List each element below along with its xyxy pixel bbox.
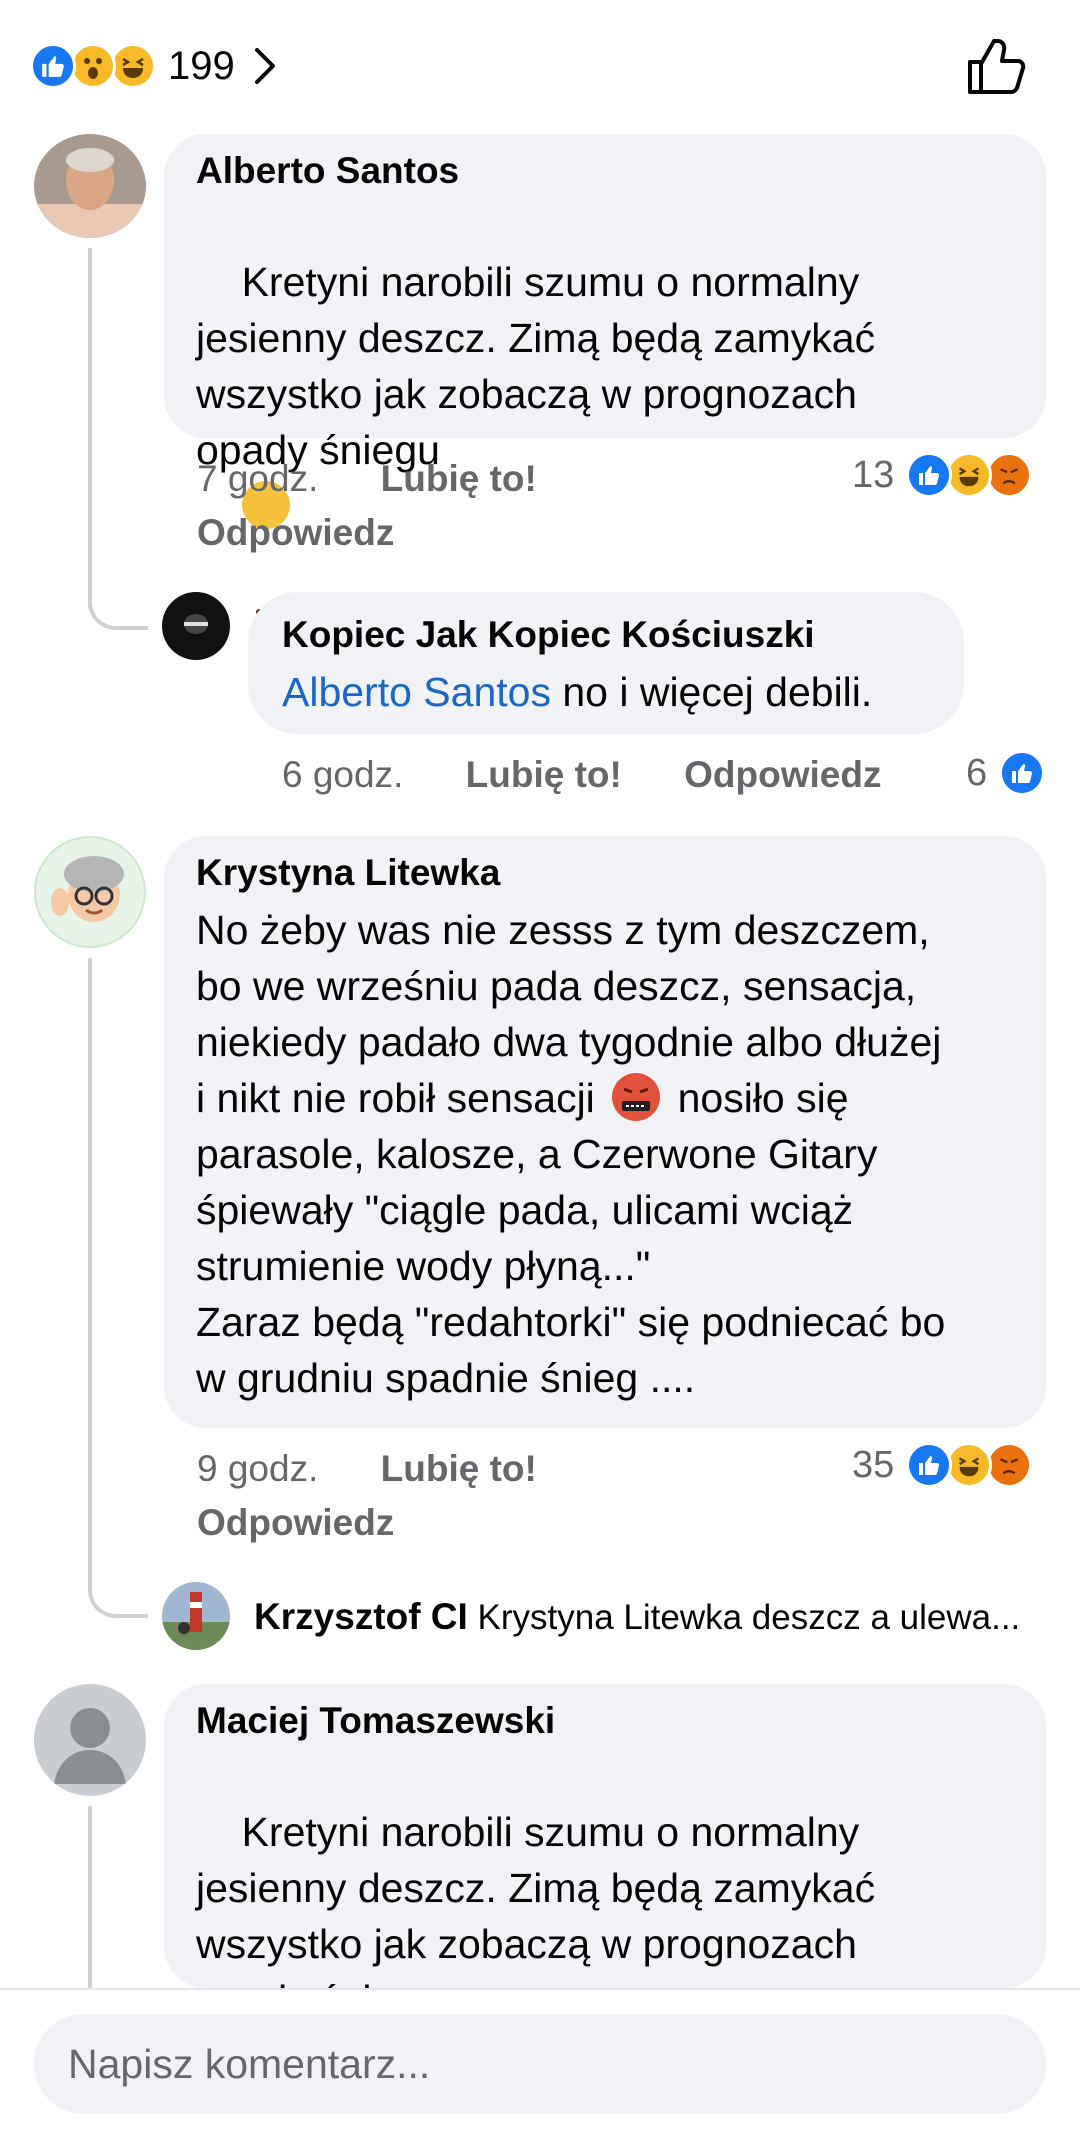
reaction-total: 199 (168, 43, 235, 88)
comment-bubble[interactable]: Maciej Tomaszewski Kretyni narobili szum… (164, 1684, 1046, 2080)
comment-composer[interactable] (34, 2014, 1046, 2114)
like-action[interactable]: Lubię to! (381, 1448, 537, 1489)
text-line: niekiedy padało dwa tygodnie albo dłużej (196, 1019, 942, 1065)
comment-author[interactable]: Krystyna Litewka (196, 852, 500, 894)
reply-meta: 6 godz. Lubię to! Odpowiedz (282, 754, 881, 796)
comment-meta: 7 godz. Lubię to! (197, 458, 537, 500)
chevron-right-icon (254, 48, 275, 84)
reply-action[interactable]: Odpowiedz (684, 754, 881, 795)
avatar-krystyna-litewka[interactable] (34, 836, 146, 948)
comment-composer-bar (0, 1988, 1080, 2129)
text-line: parasole, kalosze, a Czerwone Gitary (196, 1131, 878, 1177)
reply-reactions[interactable]: 6 (966, 750, 1046, 796)
angry-icon (986, 1442, 1033, 1488)
comment-meta: 9 godz. Lubię to! (197, 1448, 537, 1490)
comment-bubble[interactable]: Krystyna Litewka No żeby was nie zesss z… (164, 836, 1046, 1428)
like-icon (906, 452, 953, 498)
reactions-header: 199 (0, 0, 1080, 130)
text-line: No żeby was nie zesss z tym deszczem, (196, 907, 930, 953)
text-line: strumienie wody płyną..." (196, 1243, 651, 1289)
wow-icon (70, 43, 116, 89)
reply-text: Alberto Santos no i więcej debili. (282, 664, 872, 720)
reply-author[interactable]: Kopiec Jak Kopiec Kościuszki (282, 614, 815, 656)
reply-label[interactable]: Odpowiedz (197, 1502, 394, 1543)
haha-icon (946, 1442, 993, 1488)
text-line: w grudniu spadnie śnieg .... (196, 1355, 696, 1401)
reply-preview-author[interactable]: Krzysztof CI (254, 1596, 468, 1637)
reactions-summary[interactable]: 199 (30, 42, 279, 90)
comment-reactions[interactable]: 13 (852, 452, 1033, 498)
reply-action[interactable]: Odpowiedz (197, 1502, 394, 1544)
reply-label[interactable]: Odpowiedz (197, 512, 394, 553)
comment-input[interactable] (68, 2034, 1008, 2094)
avatar-maciej-tomaszewski[interactable] (34, 1684, 146, 1796)
like-action[interactable]: Lubię to! (381, 458, 537, 499)
reply-time: 6 godz. (282, 754, 404, 795)
comment-author[interactable]: Alberto Santos (196, 150, 459, 192)
reply-preview-text: Krystyna Litewka deszcz a ulewa... (467, 1598, 1021, 1637)
text-line: Zaraz będą "redahtorki" się podniecać bo (196, 1299, 946, 1345)
comment-bubble[interactable]: Alberto Santos Kretyni narobili szumu o … (164, 134, 1046, 630)
avatar-krzysztof-ci[interactable] (162, 1582, 230, 1650)
thread-connector (88, 1568, 148, 1618)
reply-bubble[interactable]: Kopiec Jak Kopiec Kościuszki Alberto San… (248, 592, 964, 734)
like-outline-icon[interactable] (966, 38, 1026, 96)
text-fragment: nosiło się (677, 1075, 849, 1121)
thread-line (88, 1806, 92, 1988)
reply-body: no i więcej debili. (550, 669, 873, 715)
thread-line (88, 958, 92, 1592)
reaction-count: 13 (852, 453, 895, 496)
cursing-face-emoji (612, 1073, 661, 1122)
text-line: i nikt nie robił sensacji nosiło się (196, 1070, 1036, 1126)
avatar-alberto-santos[interactable] (34, 134, 146, 238)
reply-action[interactable]: Odpowiedz (197, 512, 394, 554)
like-icon (906, 1442, 953, 1488)
comment-text: No żeby was nie zesss z tym deszczem, bo… (196, 902, 1036, 1406)
comment-body: Kretyni narobili szumu o normalny jesien… (196, 259, 887, 473)
like-icon (30, 43, 76, 89)
mention-link[interactable]: Alberto Santos (282, 669, 551, 715)
comment-time: 7 godz. (197, 458, 319, 499)
angry-icon (986, 452, 1033, 498)
haha-icon (110, 43, 156, 89)
like-icon (999, 750, 1046, 796)
like-action[interactable]: Lubię to! (466, 754, 622, 795)
comment-time: 9 godz. (197, 1448, 319, 1489)
text-fragment: i nikt nie robił sensacji (196, 1075, 595, 1121)
avatar-kopiec[interactable] (162, 592, 230, 660)
reaction-count: 6 (966, 751, 988, 794)
comment-author[interactable]: Maciej Tomaszewski (196, 1700, 555, 1742)
thread-line (88, 248, 92, 608)
reply-preview[interactable]: Krzysztof CI Krystyna Litewka deszcz a u… (254, 1596, 1054, 1638)
text-line: śpiewały "ciągle pada, ulicami wciąż (196, 1187, 854, 1233)
reaction-count: 35 (852, 1443, 895, 1486)
haha-icon (946, 452, 993, 498)
text-line: bo we wrześniu pada deszcz, sensacja, (196, 963, 917, 1009)
comment-reactions[interactable]: 35 (852, 1442, 1033, 1488)
thread-connector (88, 580, 148, 630)
